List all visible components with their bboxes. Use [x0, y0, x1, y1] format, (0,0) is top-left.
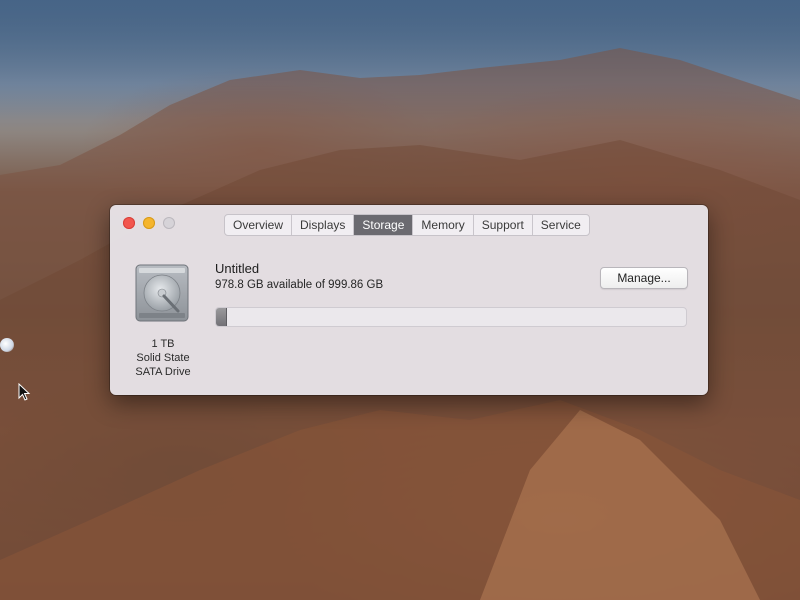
about-this-mac-window: Overview Displays Storage Memory Support…: [110, 205, 708, 395]
volume-name: Untitled: [215, 261, 260, 276]
tab-bar: Overview Displays Storage Memory Support…: [224, 214, 590, 236]
storage-usage-bar: [215, 307, 687, 327]
storage-usage-fill: [216, 308, 227, 326]
desktop-glow-icon: [0, 338, 14, 352]
tab-storage[interactable]: Storage: [354, 215, 414, 235]
zoom-button: [163, 217, 175, 229]
manage-button[interactable]: Manage...: [600, 267, 688, 289]
minimize-button[interactable]: [143, 217, 155, 229]
volume-availability: 978.8 GB available of 999.86 GB: [215, 279, 384, 291]
storage-panel: 1 TB Solid State SATA Drive Untitled 978…: [110, 241, 708, 395]
drive-capacity: 1 TB: [151, 338, 175, 350]
mouse-pointer-icon: [18, 383, 31, 401]
drive-interface: SATA Drive: [135, 366, 191, 378]
drive-type: Solid State: [136, 352, 190, 364]
tab-memory[interactable]: Memory: [413, 215, 474, 235]
tab-overview[interactable]: Overview: [225, 215, 293, 235]
title-bar[interactable]: Overview Displays Storage Memory Support…: [110, 205, 708, 241]
tab-support[interactable]: Support: [474, 215, 533, 235]
drive-caption: 1 TB Solid State SATA Drive: [120, 337, 206, 379]
close-button[interactable]: [123, 217, 135, 229]
tab-displays[interactable]: Displays: [292, 215, 355, 235]
internal-hard-drive-icon: [135, 264, 189, 322]
tab-service[interactable]: Service: [533, 215, 589, 235]
